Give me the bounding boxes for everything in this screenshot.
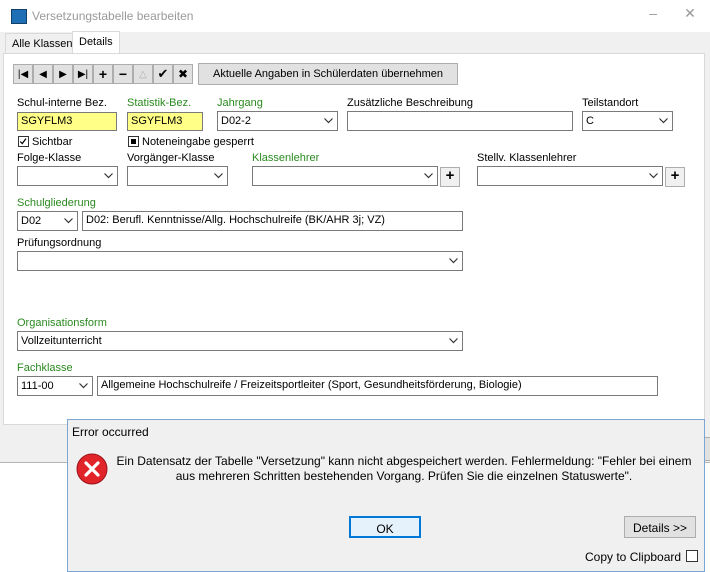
label-folge-klasse: Folge-Klasse (17, 152, 82, 164)
label-jahrgang: Jahrgang (217, 97, 263, 109)
window-title: Versetzungstabelle bearbeiten (32, 9, 194, 23)
save-record-button[interactable]: ✔ (153, 64, 173, 84)
cancel-record-button[interactable]: ✖ (173, 64, 193, 84)
teilstandort-select[interactable]: C (582, 111, 673, 131)
fachklasse-select[interactable]: 111-00 (17, 376, 93, 396)
noteneingabe-gesperrt-checkbox[interactable] (128, 136, 139, 147)
vorgaenger-klasse-select[interactable] (127, 166, 228, 186)
schulgliederung-description: D02: Berufl. Kenntnisse/Allg. Hochschulr… (82, 211, 463, 231)
chevron-down-icon (102, 167, 114, 185)
teilstandort-value: C (586, 115, 594, 127)
minimize-button[interactable]: – (646, 5, 660, 25)
sichtbar-label: Sichtbar (32, 136, 73, 148)
folge-klasse-select[interactable] (17, 166, 118, 186)
next-record-button[interactable]: ▶ (53, 64, 73, 84)
sichtbar-checkbox[interactable] (18, 136, 29, 147)
error-icon (76, 453, 108, 485)
chevron-down-icon (77, 377, 89, 395)
noteneingabe-gesperrt-label: Noteneingabe gesperrt (142, 136, 254, 148)
tab-alle-klassen[interactable]: Alle Klassen (5, 33, 80, 55)
close-button[interactable]: ✕ (680, 5, 700, 25)
fachklasse-code: 111-00 (21, 380, 54, 392)
chevron-down-icon (447, 332, 459, 350)
pruefungsordnung-select[interactable] (17, 251, 463, 271)
add-klassenlehrer-button[interactable]: + (440, 167, 460, 187)
schulgliederung-code: D02 (21, 215, 42, 227)
label-zusaetzliche-beschreibung: Zusätzliche Beschreibung (347, 97, 473, 109)
label-stellv-klassenlehrer: Stellv. Klassenlehrer (477, 152, 577, 164)
details-button[interactable]: Details >> (624, 516, 696, 538)
label-statistik-bez: Statistik-Bez. (127, 97, 192, 109)
label-fachklasse: Fachklasse (17, 362, 73, 374)
update-student-data-button[interactable]: Aktuelle Angaben in Schülerdaten überneh… (198, 63, 458, 85)
app-icon (11, 9, 27, 24)
add-record-button[interactable]: + (93, 64, 113, 84)
stellv-klassenlehrer-select[interactable] (477, 166, 663, 186)
label-schulgliederung: Schulgliederung (17, 197, 96, 209)
klassenlehrer-select[interactable] (252, 166, 438, 186)
organisationsform-value: Vollzeitunterricht (21, 335, 102, 347)
delete-record-button[interactable]: − (113, 64, 133, 84)
chevron-down-icon (447, 252, 459, 270)
organisationsform-select[interactable]: Vollzeitunterricht (17, 331, 463, 351)
zusaetzliche-beschreibung-input[interactable] (347, 111, 573, 131)
label-teilstandort: Teilstandort (582, 97, 639, 109)
chevron-down-icon (322, 112, 334, 130)
ok-button[interactable]: OK (349, 516, 421, 538)
error-message: Ein Datensatz der Tabelle "Versetzung" k… (114, 454, 694, 484)
error-message-line1: Ein Datensatz der Tabelle "Versetzung" k… (116, 454, 692, 468)
prev-record-button[interactable]: ◀ (33, 64, 53, 84)
label-organisationsform: Organisationsform (17, 317, 107, 329)
tab-details[interactable]: Details (72, 31, 120, 55)
label-klassenlehrer: Klassenlehrer (252, 152, 320, 164)
schul-interne-bez-input[interactable]: SGYFLM3 (17, 112, 117, 131)
chevron-down-icon (422, 167, 434, 185)
schulgliederung-select[interactable]: D02 (17, 211, 78, 231)
chevron-down-icon (647, 167, 659, 185)
chevron-down-icon (212, 167, 224, 185)
last-record-button[interactable]: ▶| (73, 64, 93, 84)
edit-record-button[interactable]: △ (133, 64, 153, 84)
label-schul-interne-bez: Schul-interne Bez. (17, 97, 107, 109)
dialog-title: Error occurred (72, 425, 149, 439)
chevron-down-icon (62, 212, 74, 230)
jahrgang-value: D02-2 (221, 115, 251, 127)
label-pruefungsordnung: Prüfungsordnung (17, 237, 102, 249)
jahrgang-select[interactable]: D02-2 (217, 111, 338, 131)
first-record-button[interactable]: |◀ (13, 64, 33, 84)
statistik-bez-input[interactable]: SGYFLM3 (127, 112, 203, 131)
error-dialog: Error occurred Ein Datensatz der Tabelle… (67, 419, 705, 572)
add-stellv-klassenlehrer-button[interactable]: + (665, 167, 685, 187)
label-vorgaenger-klasse: Vorgänger-Klasse (127, 152, 215, 164)
fachklasse-description: Allgemeine Hochschulreife / Freizeitspor… (97, 376, 658, 396)
copy-to-clipboard-label: Copy to Clipboard (585, 550, 682, 564)
copy-to-clipboard-checkbox[interactable] (686, 550, 698, 562)
chevron-down-icon (657, 112, 669, 130)
title-bar: Versetzungstabelle bearbeiten – ✕ (0, 0, 710, 32)
error-message-line2: aus mehreren Schritten bestehenden Vorga… (175, 469, 633, 483)
